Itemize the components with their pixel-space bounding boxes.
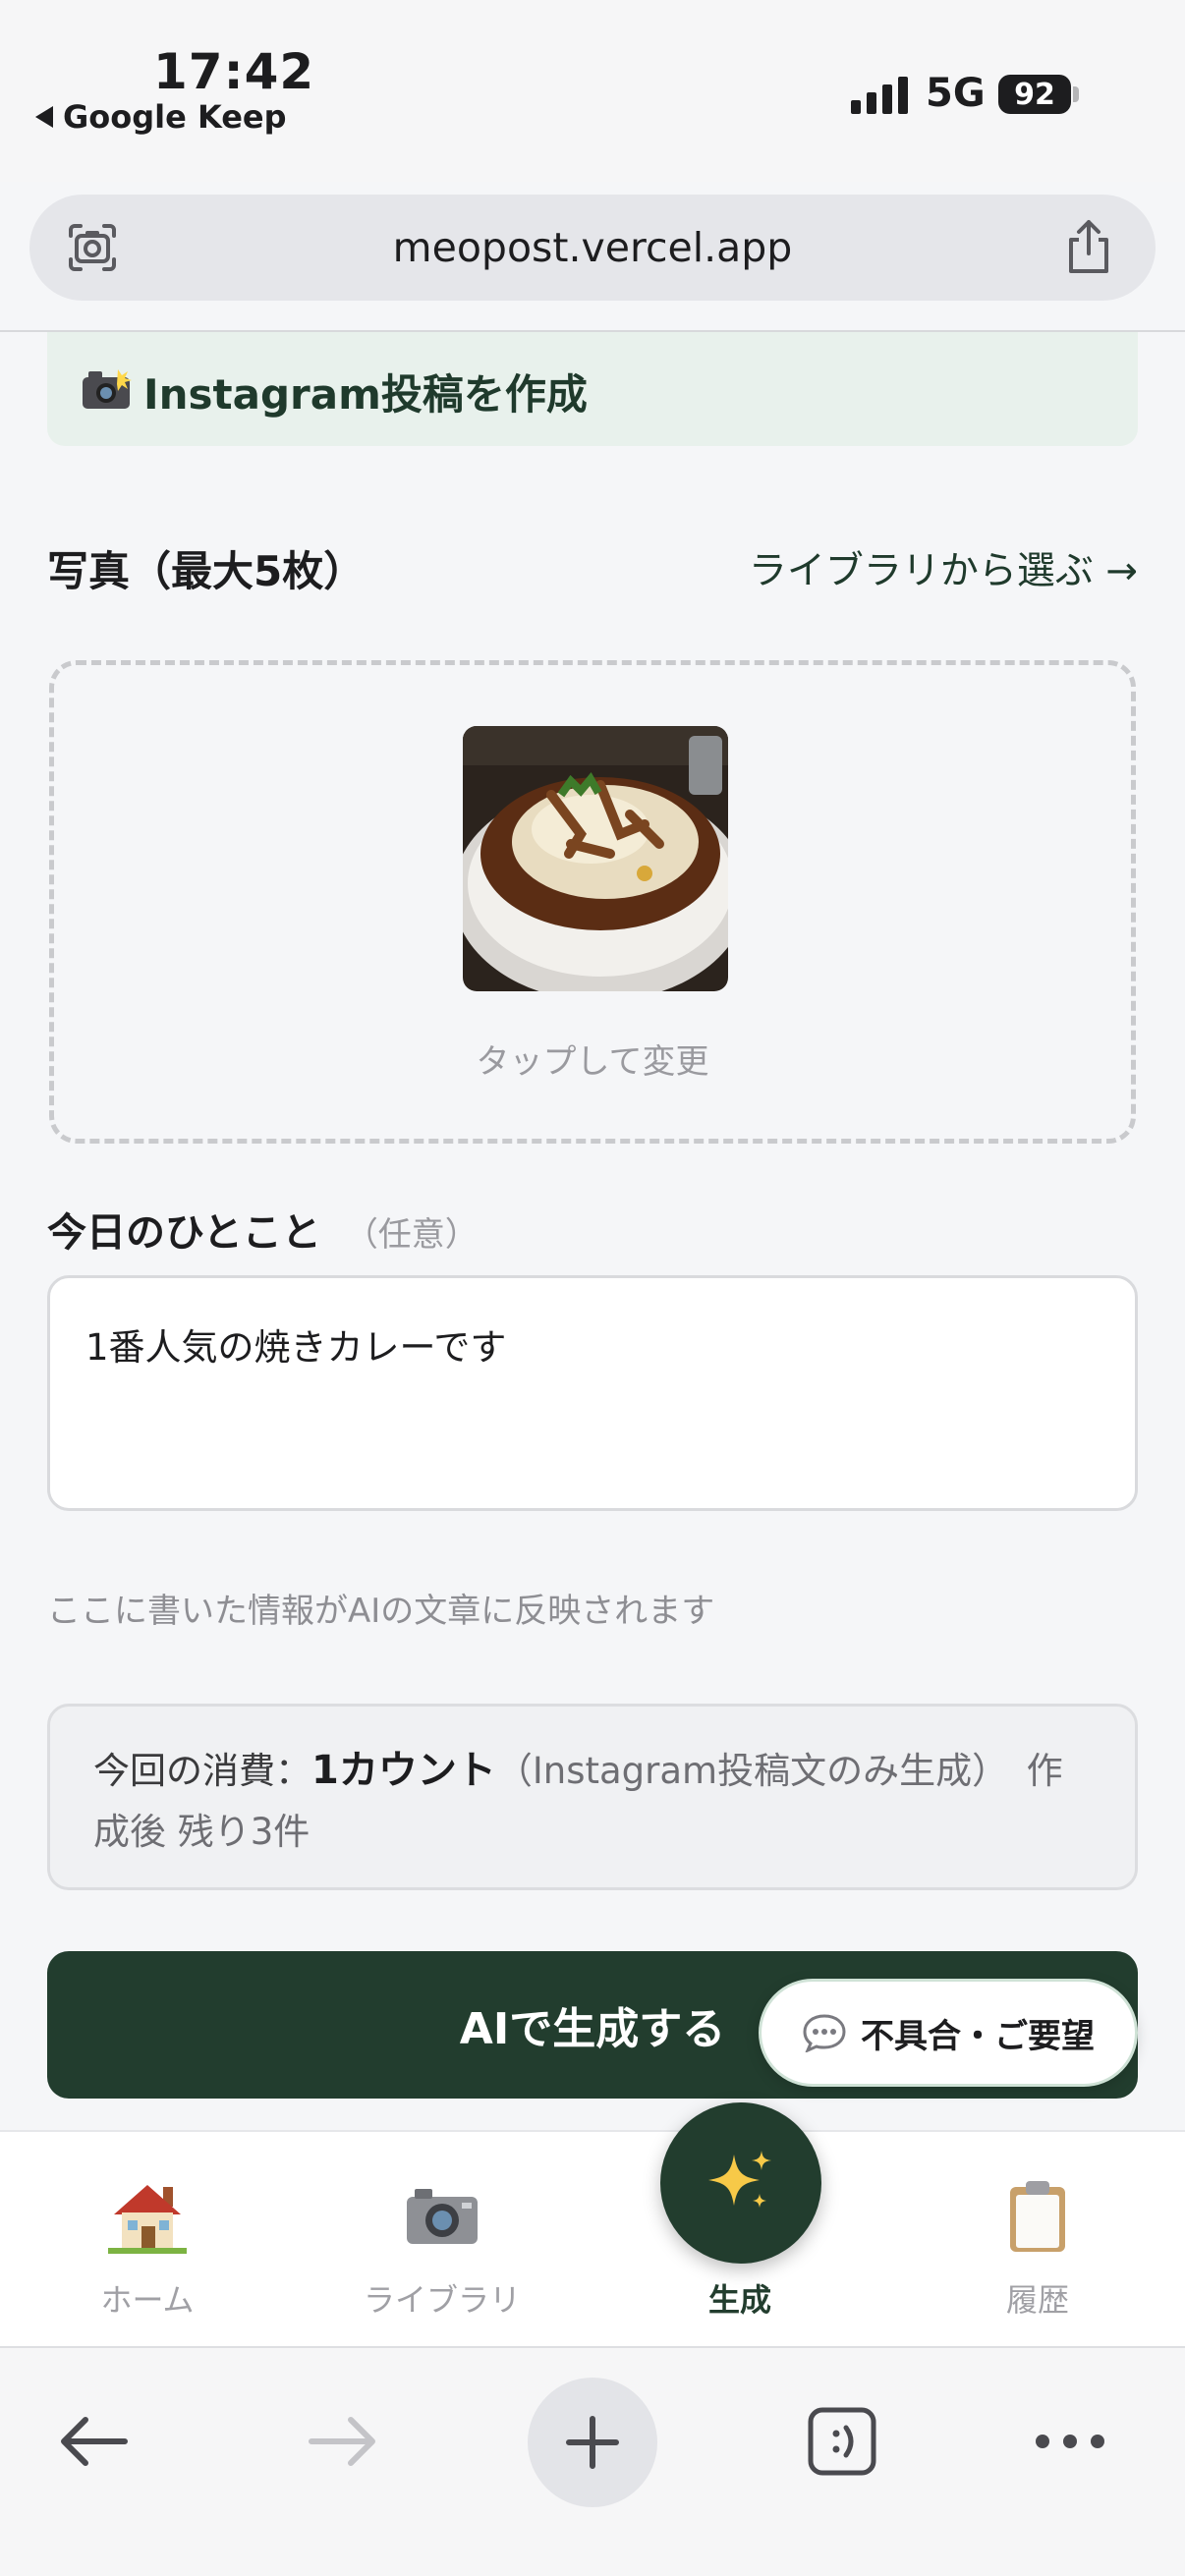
bottom-tab-bar: ホーム ライブラリ 生成 履歴 [0,2130,1185,2346]
comment-hint: ここに書いた情報がAIの文章に反映されます [47,1592,715,1631]
network-type: 5G [926,71,986,116]
page-header-banner: Instagram投稿を作成 [47,332,1138,446]
back-app-label: Google Keep [63,98,287,136]
cost-label: 今回の消費： [93,1750,311,1792]
browser-back-button[interactable] [39,2387,147,2495]
battery-icon: 92 [998,75,1071,114]
sparkles-icon [708,2151,771,2208]
share-icon[interactable] [1061,218,1116,277]
arrow-right-icon [309,2417,375,2466]
tab-switcher-icon [808,2407,876,2476]
tab-generate-label: 生成 [707,2281,771,2319]
photo-thumbnail[interactable] [463,726,728,991]
feedback-button[interactable]: 不具合・ご要望 [759,1979,1138,2087]
cost-amount: 1カウント [311,1748,496,1793]
tab-history[interactable]: 履歴 [920,2132,1156,2348]
plus-icon [566,2416,619,2469]
generate-button-label: AIで生成する [459,2004,726,2054]
address-bar[interactable]: meopost.vercel.app [29,195,1156,301]
choose-from-library-link[interactable]: ライブラリから選ぶ → [749,540,1138,595]
cost-info-box: 今回の消費：1カウント（Instagram投稿文のみ生成） 作成後 残り3件 [47,1704,1138,1890]
feedback-button-label: 不具合・ご要望 [861,2016,1095,2056]
cost-detail: （Instagram投稿文のみ生成） [495,1750,990,1792]
status-bar: 17:42 Google Keep 5G 92 [0,0,1185,182]
optional-tag: （任意） [344,1215,479,1255]
generate-fab[interactable] [660,2102,821,2264]
photos-section-title: 写真（最大5枚） [47,547,366,595]
tab-home[interactable]: ホーム [29,2132,265,2348]
tab-library[interactable]: ライブラリ [324,2132,560,2348]
new-tab-button[interactable] [528,2378,657,2507]
tab-home-label: ホーム [100,2281,195,2319]
speech-bubble-icon [803,2014,846,2052]
comment-label-text: 今日のひとこと [47,1210,321,1256]
page-title: Instagram投稿を作成 [143,370,588,419]
back-triangle-icon [35,106,53,128]
tab-library-label: ライブラリ [363,2281,521,2319]
signal-strength-icon [851,77,908,114]
status-time: 17:42 [153,43,315,100]
comment-label: 今日のひとこと （任意） [47,1201,479,1258]
clipboard-icon [1010,2181,1065,2252]
tap-to-change-label: タップして変更 [476,1042,709,1082]
battery-tip [1073,86,1079,102]
url-text[interactable]: meopost.vercel.app [29,224,1156,271]
arrow-left-icon [61,2417,128,2466]
photo-upload-area[interactable]: タップして変更 [49,660,1136,1144]
more-options-button[interactable] [1016,2387,1124,2495]
camera-icon [407,2189,478,2244]
camera-flash-icon [83,369,132,409]
comment-textarea[interactable]: 1番人気の焼きカレーです [47,1275,1138,1511]
back-to-app-link[interactable]: Google Keep [35,98,287,136]
tabs-button[interactable] [788,2387,896,2495]
browser-forward-button[interactable] [289,2387,397,2495]
tab-history-label: 履歴 [1005,2281,1069,2319]
more-dots-icon [1036,2435,1104,2448]
browser-toolbar [0,2346,1185,2576]
house-icon [108,2185,187,2254]
